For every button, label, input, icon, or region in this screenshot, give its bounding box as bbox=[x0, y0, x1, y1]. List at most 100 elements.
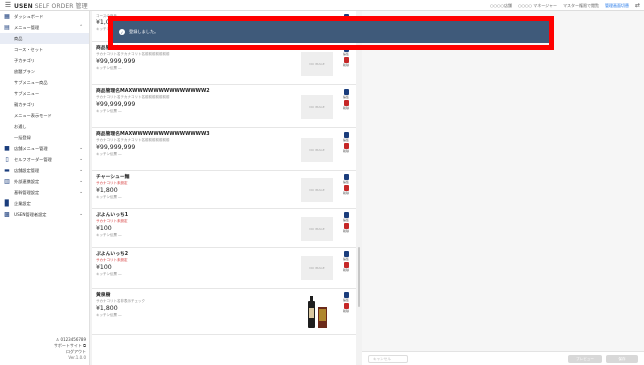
delete-button[interactable]: 削除 bbox=[341, 303, 351, 313]
sidebar-item-label: メニュー管理 bbox=[14, 24, 40, 30]
edit-button[interactable]: 編集 bbox=[341, 132, 351, 142]
list-item[interactable]: ぷよんいっち1 サカナコリト未設定 ¥100 キッチン伝票 ― NO IMAGE… bbox=[92, 209, 356, 248]
main-area: コースの商品 ¥1,0 キッチン伝票 ― 商品管理名MAXWWWWWWWWWWW… bbox=[90, 11, 644, 365]
chevron-up-icon: ⌃ bbox=[79, 25, 83, 30]
switch-arrows-icon[interactable]: ⇄ bbox=[635, 2, 640, 9]
product-list: コースの商品 ¥1,0 キッチン伝票 ― 商品管理名MAXWWWWWWWWWWW… bbox=[92, 11, 356, 365]
tablet-icon: ▯ bbox=[5, 156, 9, 163]
sidebar-subitem-submenu-products[interactable]: サブメニュー商品 bbox=[0, 77, 89, 88]
success-toast: ✓ 登録しました。 bbox=[113, 21, 549, 43]
delete-button[interactable]: 削除 bbox=[341, 57, 351, 67]
item-thumbnail: NO IMAGE bbox=[301, 178, 333, 202]
book-icon: ▤ bbox=[4, 24, 10, 31]
delete-button[interactable]: 削除 bbox=[341, 100, 351, 110]
item-actions: 編集 削除 bbox=[341, 89, 351, 111]
settings-icon: ▬ bbox=[4, 167, 10, 174]
server-icon bbox=[4, 190, 10, 196]
grid-icon: ▦ bbox=[4, 13, 10, 20]
hamburger-menu-icon[interactable]: ☰ bbox=[2, 1, 14, 9]
sidebar-item-external[interactable]: ▥ 外部連携設定 ⌄ bbox=[0, 176, 89, 187]
edit-button[interactable]: 編集 bbox=[341, 89, 351, 99]
version-label: Ver.1.0.0 bbox=[68, 355, 86, 360]
user-hint: ○○○○ マネージャー bbox=[518, 2, 557, 8]
detail-action-bar: キャンセル プレビュー 保存 bbox=[362, 351, 644, 365]
delete-button[interactable]: 削除 bbox=[341, 262, 351, 272]
edit-button[interactable]: 編集 bbox=[341, 292, 351, 302]
item-actions: 編集 削除 bbox=[341, 132, 351, 154]
chevron-down-icon: ⌄ bbox=[79, 179, 83, 184]
sidebar-item-label: セルフオーダー管理 bbox=[14, 156, 52, 162]
sidebar-subitem-display-mode[interactable]: メニュー表示モード bbox=[0, 110, 89, 121]
sidebar: ▦ ダッシュボード ▤ メニュー管理 ⌃ 商品 コース・セット 子カテゴリ 放題… bbox=[0, 11, 90, 365]
item-thumbnail: NO IMAGE bbox=[301, 217, 333, 241]
sidebar-subitem-bulk-register[interactable]: 一括登録 bbox=[0, 132, 89, 143]
chevron-down-icon: ⌄ bbox=[79, 190, 83, 195]
item-name: 商品管理名MAXWWWWWWWWWWWWWW2 bbox=[96, 89, 210, 94]
list-item[interactable]: 黄泉樹 サカナコリト名非表示チェック ¥1,800 キッチン伝票 ― 編集 削除 bbox=[92, 289, 356, 335]
detail-panel: キャンセル プレビュー 保存 bbox=[362, 11, 644, 365]
list-item[interactable]: 商品管理名MAXWWWWWWWWWWWWWW3 サカナコリト名テカナコリト名前前… bbox=[92, 128, 356, 171]
save-button[interactable]: 保存 bbox=[606, 355, 638, 363]
sake-bottle-image bbox=[308, 296, 327, 328]
sidebar-footer: ♙ 0123456789 サポートサイト ⧉ ログアウト Ver.1.0.0 bbox=[0, 337, 86, 361]
sidebar-subitem-otoshi[interactable]: お通し bbox=[0, 121, 89, 132]
sidebar-subitem-child-category[interactable]: 子カテゴリ bbox=[0, 55, 89, 66]
edit-button[interactable]: 編集 bbox=[341, 174, 351, 184]
chevron-down-icon: ⌄ bbox=[79, 157, 83, 162]
edit-button[interactable]: 編集 bbox=[341, 212, 351, 222]
item-thumbnail-bottle bbox=[301, 295, 333, 329]
header-right: ○○○○店舗 ○○○○ マネージャー マスター権限で閲覧 管理画面切替 ⇄ bbox=[490, 2, 640, 9]
item-thumbnail: NO IMAGE bbox=[301, 256, 333, 280]
sidebar-item-label: 基幹管理設定 bbox=[14, 189, 40, 195]
sidebar-subitem-parent-category[interactable]: 親カテゴリ bbox=[0, 99, 89, 110]
store-icon: ■ bbox=[4, 145, 10, 152]
top-bar: ☰ USEN SELF ORDER 管理 ○○○○店舗 ○○○○ マネージャー … bbox=[0, 0, 644, 11]
item-thumbnail: NO IMAGE bbox=[301, 95, 333, 119]
sidebar-subitem-submenu[interactable]: サブメニュー bbox=[0, 88, 89, 99]
item-actions: 編集 削除 bbox=[341, 251, 351, 273]
sidebar-item-usen-admin[interactable]: ▩ USEN管理者設定 ⌄ bbox=[0, 209, 89, 220]
brand-bold: USEN bbox=[14, 2, 33, 10]
account-switch-link[interactable]: 管理画面切替 bbox=[605, 3, 629, 9]
chevron-down-icon: ⌄ bbox=[79, 168, 83, 173]
app-title: USEN SELF ORDER 管理 bbox=[14, 1, 88, 10]
chevron-down-icon: ⌄ bbox=[79, 146, 83, 151]
sidebar-item-label: ダッシュボード bbox=[14, 13, 44, 19]
sidebar-subitem-products[interactable]: 商品 bbox=[0, 33, 89, 44]
check-circle-icon: ✓ bbox=[119, 29, 125, 35]
sidebar-item-dashboard[interactable]: ▦ ダッシュボード bbox=[0, 11, 89, 22]
sidebar-item-menu-management[interactable]: ▤ メニュー管理 ⌃ bbox=[0, 22, 89, 33]
item-name: 商品管理名MAXWWWWWWWWWWWWWW3 bbox=[96, 132, 210, 137]
sidebar-item-store-settings[interactable]: ▬ 店舗設定管理 ⌄ bbox=[0, 165, 89, 176]
sidebar-item-core-settings[interactable]: 基幹管理設定 ⌄ bbox=[0, 187, 89, 198]
sidebar-item-label: 企業設定 bbox=[14, 200, 31, 206]
item-actions: 編集 削除 bbox=[341, 292, 351, 314]
account-hint: マスター権限で閲覧 bbox=[562, 2, 599, 8]
sidebar-subitem-unlimited-plan[interactable]: 放題プラン bbox=[0, 66, 89, 77]
edit-button[interactable]: 編集 bbox=[341, 251, 351, 261]
preview-button[interactable]: プレビュー bbox=[568, 355, 602, 363]
link-icon: ▥ bbox=[4, 178, 10, 185]
list-item[interactable]: チャーシュー麺 サカナコリト未設定 ¥1,800 キッチン伝票 ― NO IMA… bbox=[92, 171, 356, 209]
external-link-icon: ⧉ bbox=[81, 343, 86, 348]
list-item[interactable]: ぷよんいっち2 サカナコリト未設定 ¥100 キッチン伝票 ― NO IMAGE… bbox=[92, 248, 356, 289]
admin-icon: ▩ bbox=[4, 211, 10, 218]
list-item[interactable]: 商品管理名MAXWWWWWWWWWWWWWW2 サカナコリト名テカナコリト名前前… bbox=[92, 85, 356, 128]
delete-button[interactable]: 削除 bbox=[341, 143, 351, 153]
list-scrollbar[interactable] bbox=[358, 247, 360, 307]
delete-button[interactable]: 削除 bbox=[341, 223, 351, 233]
sidebar-item-label: 店舗メニュー管理 bbox=[14, 145, 48, 151]
sidebar-item-company[interactable]: ▉ 企業設定 bbox=[0, 198, 89, 209]
sidebar-item-store-menu[interactable]: ■ 店舗メニュー管理 ⌄ bbox=[0, 143, 89, 154]
sidebar-item-self-order[interactable]: ▯ セルフオーダー管理 ⌄ bbox=[0, 154, 89, 165]
item-thumbnail: NO IMAGE bbox=[301, 138, 333, 162]
delete-button[interactable]: 削除 bbox=[341, 185, 351, 195]
sidebar-item-label: 店舗設定管理 bbox=[14, 167, 40, 173]
item-thumbnail: NO IMAGE bbox=[301, 52, 333, 76]
sidebar-subitem-course-set[interactable]: コース・セット bbox=[0, 44, 89, 55]
item-actions: 編集 削除 bbox=[341, 174, 351, 196]
cancel-button[interactable]: キャンセル bbox=[368, 355, 408, 363]
building-icon: ▉ bbox=[4, 200, 10, 207]
item-actions: 編集 削除 bbox=[341, 212, 351, 234]
chevron-down-icon: ⌄ bbox=[79, 212, 83, 217]
